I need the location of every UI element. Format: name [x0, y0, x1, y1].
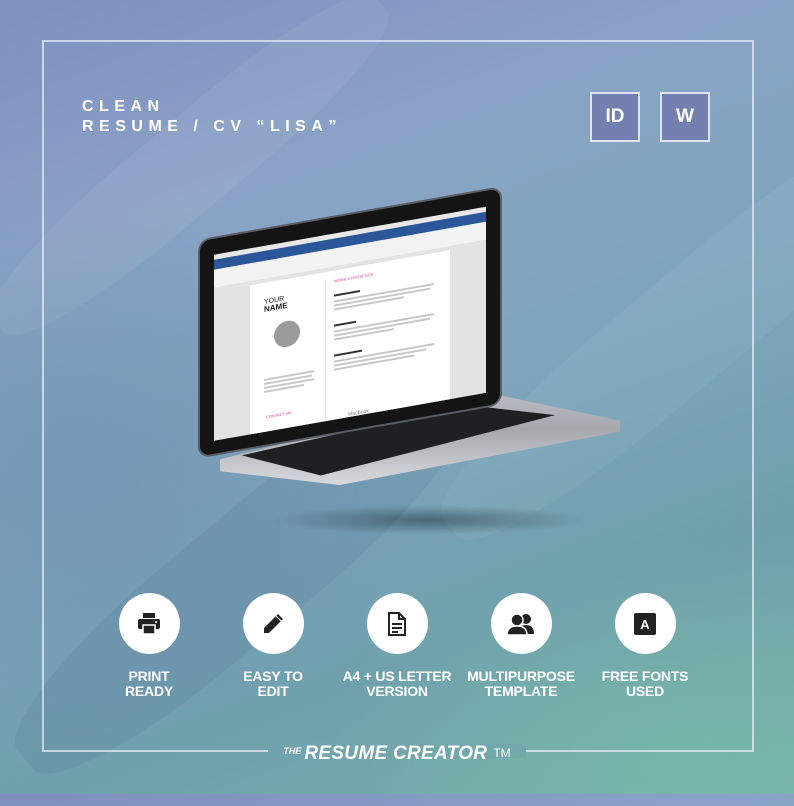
brand-prefix: THE: [283, 746, 302, 756]
feature-free-fonts: A FREE FONTS USED: [583, 593, 707, 699]
feature-a4-us-letter: A4 + US LETTER VERSION: [335, 593, 459, 699]
font-icon: A: [634, 612, 656, 635]
users-icon: [506, 612, 534, 636]
resume-job-title: [334, 320, 356, 327]
resume-photo-placeholder: [274, 318, 300, 350]
feature-print-ready: PRINT READY: [87, 593, 211, 699]
feature-icon-circle: [490, 593, 552, 654]
feature-icon-circle: [366, 593, 428, 654]
feature-multipurpose: MULTIPURPOSE TEMPLATE: [459, 593, 583, 699]
resume-name: YOUR NAME: [264, 295, 288, 314]
feature-easy-to-edit: EASY TO EDIT: [211, 593, 335, 699]
software-badges: ID W: [590, 92, 710, 142]
laptop-screen: YOUR NAME WORK EXPERIENCE CONTACT ME: [214, 206, 486, 441]
title-line-2: RESUME / CV “LISA”: [82, 118, 342, 135]
feature-label: A4 + US LETTER VERSION: [342, 668, 452, 699]
feature-label: MULTIPURPOSE TEMPLATE: [467, 668, 575, 699]
resume-section-work: WORK EXPERIENCE: [334, 271, 374, 284]
feature-label: EASY TO EDIT: [243, 668, 303, 699]
brand-name: RESUME CREATOR: [304, 743, 488, 764]
resume-page: YOUR NAME WORK EXPERIENCE CONTACT ME: [250, 250, 450, 436]
feature-label: PRINT READY: [124, 668, 173, 699]
feature-label: FREE FONTS USED: [601, 668, 689, 699]
feature-icon-circle: [242, 593, 304, 654]
title-line-1: CLEAN: [82, 98, 165, 115]
document-icon: [388, 611, 406, 636]
resume-timeline: [325, 280, 326, 419]
feature-list: PRINT READY EASY TO EDIT A4 + US LETTER …: [87, 593, 707, 699]
word-badge: W: [660, 92, 710, 142]
feature-icon-circle: [118, 593, 180, 654]
pencil-icon: [264, 613, 283, 633]
brand-logo: THE RESUME CREATOR TM: [266, 740, 528, 768]
indesign-badge: ID: [590, 92, 640, 142]
feature-icon-circle: A: [614, 593, 676, 654]
product-title: CLEAN RESUME / CV “LISA”: [82, 97, 342, 137]
brand-trademark: TM: [493, 746, 511, 760]
printer-icon: [138, 612, 160, 635]
laptop-mockup: YOUR NAME WORK EXPERIENCE CONTACT ME Mac…: [190, 188, 630, 525]
resume-section-contact: CONTACT ME: [266, 410, 293, 420]
svg-text:A: A: [640, 617, 650, 632]
